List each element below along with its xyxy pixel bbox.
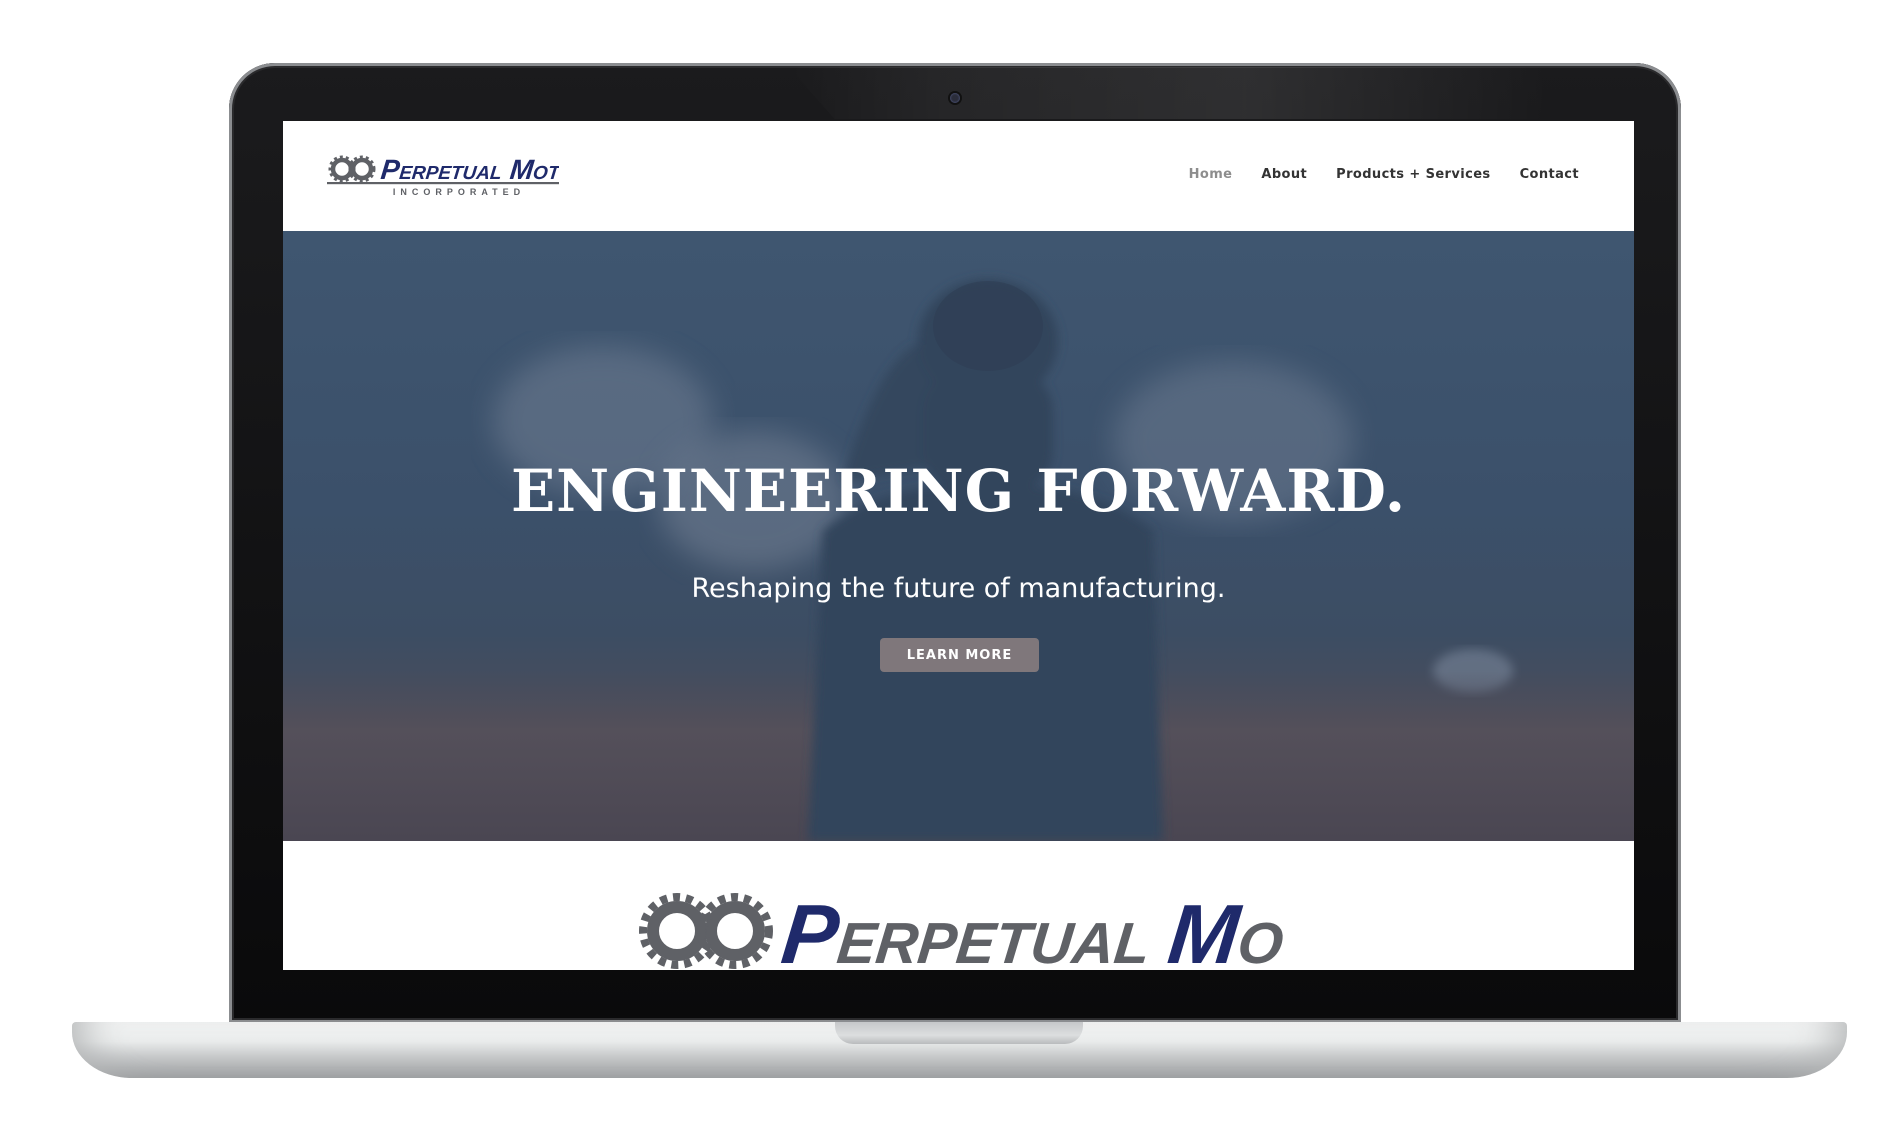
laptop-hinge-notch [835, 1022, 1083, 1044]
site-header: PERPETUAL MOTION INCORPORATED Home About … [283, 121, 1634, 231]
learn-more-button[interactable]: LEARN MORE [880, 638, 1039, 672]
infinity-gear-large-icon [639, 893, 773, 969]
site-logo[interactable]: PERPETUAL MOTION INCORPORATED [327, 151, 559, 199]
section-logo-word1-rest: ERPETUAL [834, 911, 1153, 970]
logo-word2-rest: OTION [532, 163, 559, 184]
svg-text:PERPETUALMOTION: PERPETUAL MOTION [379, 154, 559, 185]
logo-word1-rest: ERPETUAL [398, 163, 503, 184]
section-brand-logo: PERPETUAL MOTION [639, 891, 1287, 970]
nav-item-products-services[interactable]: Products + Services [1336, 167, 1490, 182]
nav-item-contact[interactable]: Contact [1520, 167, 1579, 182]
main-nav: Home About Products + Services Contact [1189, 167, 1579, 182]
hero-section: ENGINEERING FORWARD. Reshaping the futur… [283, 231, 1634, 841]
svg-text:PERPETUALMOTION: PERPETUAL MOTION [778, 891, 1287, 970]
hero-background-photo [283, 279, 1634, 841]
section-logo-word1-initial: P [778, 891, 845, 970]
nav-item-home[interactable]: Home [1189, 167, 1233, 182]
section-logo-word2-initial: M [1164, 891, 1246, 970]
laptop-base [72, 1022, 1847, 1078]
infinity-gear-icon [328, 155, 376, 183]
nav-item-about[interactable]: About [1261, 167, 1307, 182]
section-logo-word2-rest: OTION [1235, 911, 1287, 970]
browser-viewport: PERPETUAL MOTION INCORPORATED Home About … [283, 121, 1634, 970]
hero-title: ENGINEERING FORWARD. [510, 457, 1407, 525]
laptop-lid-sheen [789, 67, 1549, 119]
logo-tagline: INCORPORATED [393, 187, 525, 197]
webcam-icon [950, 93, 960, 103]
hero-subtitle: Reshaping the future of manufacturing. [691, 573, 1226, 604]
logo-underline [327, 182, 559, 185]
